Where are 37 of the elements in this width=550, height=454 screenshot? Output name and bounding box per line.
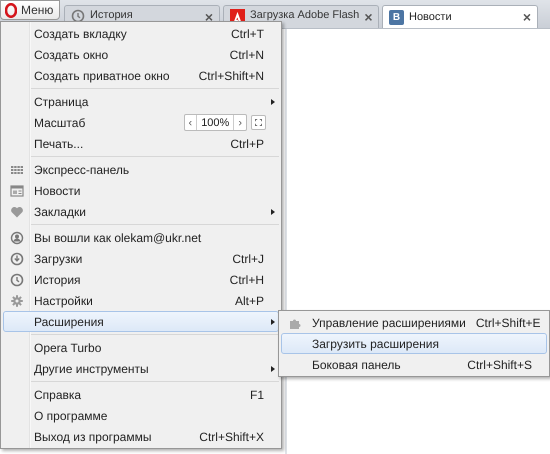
fullscreen-icon[interactable] (251, 115, 266, 130)
menu-item[interactable]: История Ctrl+H (3, 269, 279, 290)
clock-icon (10, 272, 24, 286)
menu-item[interactable]: Загрузки Ctrl+J (3, 248, 279, 269)
close-icon[interactable]: × (522, 9, 531, 25)
menu-item[interactable]: О программе (3, 405, 279, 426)
close-icon[interactable]: × (364, 9, 372, 25)
menu-item[interactable]: Страница (3, 91, 279, 112)
menu-item[interactable]: Opera Turbo (3, 337, 279, 358)
menu-item[interactable]: Новости (3, 180, 279, 201)
vk-icon: B (389, 10, 404, 24)
menu-item[interactable]: Выход из программы Ctrl+Shift+X (3, 426, 279, 447)
menu-item[interactable]: Боковая панель Ctrl+Shift+S (281, 354, 547, 375)
menu-item[interactable]: Печать... Ctrl+P (3, 133, 279, 154)
menu-item[interactable]: Управление расширениями Ctrl+Shift+E (281, 312, 547, 333)
heart-icon (10, 204, 24, 218)
ring-logo-icon (5, 2, 17, 18)
close-icon[interactable]: × (204, 9, 213, 25)
menu-item[interactable]: Расширения (3, 311, 279, 332)
menu-item[interactable]: Вы вошли как olekam@ukr.net (3, 227, 279, 248)
gear-icon (10, 294, 24, 308)
menu-item[interactable]: Закладки (3, 201, 279, 222)
menu-item[interactable]: Масштаб ‹ 100% › (3, 112, 279, 133)
menu-item[interactable]: Настройки Alt+P (3, 290, 279, 311)
menu-item[interactable]: Экспресс-панель (3, 159, 279, 180)
menu-item[interactable]: Другие инструменты (3, 358, 279, 379)
zoom-control[interactable]: ‹ 100% › (184, 114, 247, 131)
menu-button[interactable]: Меню (0, 0, 60, 20)
menu-item[interactable]: Справка F1 (3, 384, 279, 405)
menu-item[interactable]: Создать приватное окно Ctrl+Shift+N (3, 65, 279, 86)
menu-item[interactable]: Создать окно Ctrl+N (3, 44, 279, 65)
menu-item[interactable]: Загрузить расширения (281, 333, 547, 354)
clock-icon (71, 9, 85, 23)
browser-tab[interactable]: B Новости × (382, 5, 538, 28)
user-icon (10, 230, 24, 244)
download-icon (10, 252, 24, 266)
news-icon (10, 184, 24, 198)
